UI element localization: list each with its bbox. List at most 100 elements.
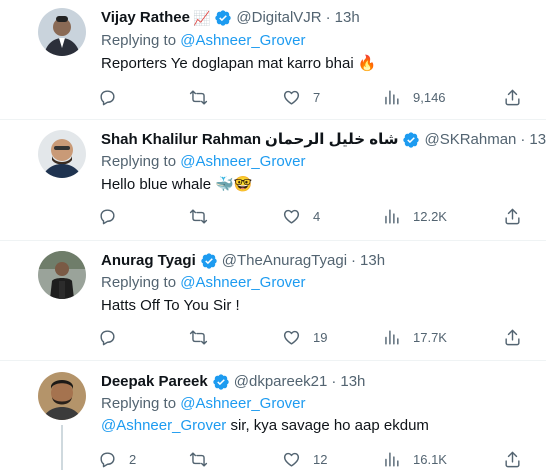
like-button[interactable]: 4 — [282, 204, 320, 228]
author-handle[interactable]: @TheAnuragTyagi — [222, 251, 347, 271]
view-count: 17.7K — [413, 329, 447, 345]
like-count: 12 — [313, 451, 328, 467]
avatar[interactable] — [38, 251, 86, 299]
retweet-icon — [189, 208, 208, 224]
heart-icon — [283, 452, 300, 467]
verified-badge-icon — [215, 10, 232, 26]
views-icon — [385, 329, 399, 345]
like-button[interactable]: 7 — [282, 85, 320, 109]
like-button[interactable]: 12 — [282, 447, 327, 470]
share-icon — [505, 451, 520, 467]
like-button[interactable]: 19 — [282, 325, 327, 349]
author-name[interactable]: Shah Khalilur Rahman — [101, 130, 261, 150]
chart-emoji: 📈 — [192, 10, 211, 26]
retweet-button[interactable] — [189, 325, 208, 349]
verified-badge-icon — [213, 374, 229, 390]
views-button[interactable]: 9,146 — [382, 85, 446, 109]
author-name[interactable]: Anurag Tyagi — [101, 251, 196, 271]
timestamp[interactable]: 13h — [360, 251, 385, 271]
thread-connector-line — [61, 425, 63, 470]
reply-button[interactable]: 2 — [98, 447, 136, 470]
tweet-actions: 2 12 16.1K — [90, 447, 530, 470]
replying-prefix: Replying to — [101, 274, 177, 291]
retweet-icon — [189, 89, 208, 105]
tweet-text-body: Hatts Off To You Sir ! — [101, 297, 240, 314]
verified-badge-icon — [201, 253, 217, 269]
tweet-text: Reporters Ye doglapan mat karro bhai 🔥 — [101, 54, 377, 74]
view-count: 12.2K — [413, 208, 447, 224]
reply-icon — [100, 89, 115, 105]
mention-link[interactable]: @Ashneer_Grover — [101, 417, 226, 434]
reply-count: 2 — [129, 451, 137, 467]
views-button[interactable]: 17.7K — [382, 325, 447, 349]
separator-dot: · — [325, 9, 331, 26]
tweet-reply[interactable]: Deepak Pareek @dkpareek21 · 13h Replying… — [0, 361, 546, 470]
reply-button[interactable] — [98, 85, 129, 109]
replying-to-link[interactable]: @Ashneer_Grover — [180, 395, 305, 412]
like-count: 19 — [313, 329, 328, 345]
author-handle[interactable]: @SKRahman — [424, 130, 516, 150]
tweet-text-body: Hello blue whale — [101, 176, 212, 193]
author-name[interactable]: Vijay Rathee — [101, 8, 190, 28]
tweet-actions: 4 12.2K — [90, 204, 530, 228]
reply-icon — [100, 329, 115, 345]
avatar[interactable] — [38, 8, 86, 56]
retweet-button[interactable] — [189, 447, 208, 470]
tweet-reply[interactable]: Anurag Tyagi @TheAnuragTyagi · 13h Reply… — [0, 241, 546, 361]
separator-dot: · — [520, 131, 526, 148]
replying-prefix: Replying to — [101, 395, 177, 412]
replying-prefix: Replying to — [101, 153, 177, 170]
author-handle[interactable]: @dkpareek21 — [234, 372, 328, 392]
replying-to-link[interactable]: @Ashneer_Grover — [180, 153, 305, 170]
share-button[interactable] — [503, 325, 522, 349]
like-count: 7 — [313, 89, 321, 105]
separator-dot: · — [351, 252, 357, 269]
replying-to-link[interactable]: @Ashneer_Grover — [180, 274, 305, 291]
author-handle[interactable]: @DigitalVJR — [236, 8, 321, 28]
timestamp[interactable]: 13h — [340, 372, 365, 392]
author-name-arabic[interactable]: شاه خليل الرحمان — [265, 130, 398, 150]
timestamp[interactable]: 13h — [529, 130, 546, 150]
replying-to-line: Replying to @Ashneer_Grover — [101, 152, 306, 172]
replying-prefix: Replying to — [101, 32, 177, 49]
views-button[interactable]: 12.2K — [382, 204, 447, 228]
retweet-button[interactable] — [189, 204, 208, 228]
like-count: 4 — [313, 208, 321, 224]
heart-icon — [283, 90, 300, 105]
tweet-text: @Ashneer_Grover sir, kya savage ho aap e… — [101, 416, 429, 436]
views-button[interactable]: 16.1K — [382, 447, 447, 470]
view-count: 16.1K — [413, 451, 447, 467]
reply-icon — [100, 451, 115, 467]
share-icon — [505, 89, 520, 105]
replying-to-line: Replying to @Ashneer_Grover — [101, 31, 306, 51]
tweet-reply[interactable]: Shah Khalilur Rahman شاه خليل الرحمان @S… — [0, 120, 546, 241]
share-button[interactable] — [503, 204, 522, 228]
share-button[interactable] — [503, 447, 522, 470]
separator-dot: · — [331, 373, 337, 390]
heart-icon — [283, 330, 300, 345]
tweet-text-body: sir, kya savage ho aap ekdum — [230, 417, 429, 434]
views-icon — [385, 208, 399, 224]
replying-to-line: Replying to @Ashneer_Grover — [101, 394, 306, 414]
avatar[interactable] — [38, 372, 86, 420]
retweet-button[interactable] — [189, 85, 208, 109]
tweet-actions: 7 9,146 — [90, 85, 530, 109]
replying-to-link[interactable]: @Ashneer_Grover — [180, 32, 305, 49]
tweet-reply[interactable]: Vijay Rathee 📈 @DigitalVJR · 13h Replyin… — [0, 0, 546, 120]
author-name[interactable]: Deepak Pareek — [101, 372, 208, 392]
view-count: 9,146 — [413, 89, 446, 105]
views-icon — [385, 451, 399, 467]
timestamp[interactable]: 13h — [335, 8, 360, 28]
fire-emoji: 🔥 — [357, 55, 377, 72]
whale-nerd-emoji: 🐳🤓 — [215, 176, 253, 193]
verified-badge-icon — [403, 132, 420, 148]
share-icon — [505, 329, 520, 345]
tweet-text-body: Reporters Ye doglapan mat karro bhai — [101, 55, 354, 72]
share-button[interactable] — [503, 85, 522, 109]
reply-button[interactable] — [98, 325, 129, 349]
replying-to-line: Replying to @Ashneer_Grover — [101, 273, 306, 293]
heart-icon — [283, 209, 300, 224]
reply-button[interactable] — [98, 204, 129, 228]
avatar[interactable] — [38, 130, 86, 178]
tweet-text: Hatts Off To You Sir ! — [101, 296, 240, 316]
